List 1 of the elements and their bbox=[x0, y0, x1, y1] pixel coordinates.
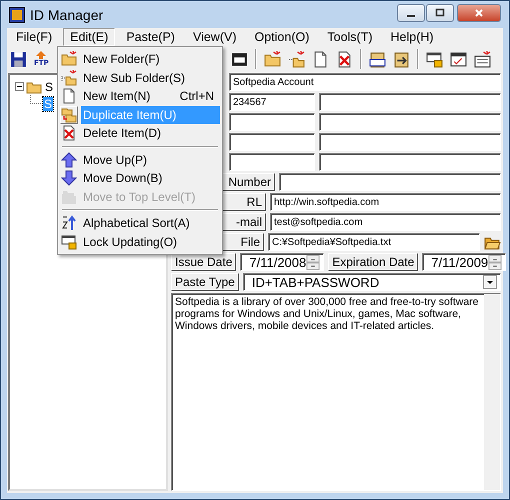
window-title: ID Manager bbox=[30, 6, 104, 22]
